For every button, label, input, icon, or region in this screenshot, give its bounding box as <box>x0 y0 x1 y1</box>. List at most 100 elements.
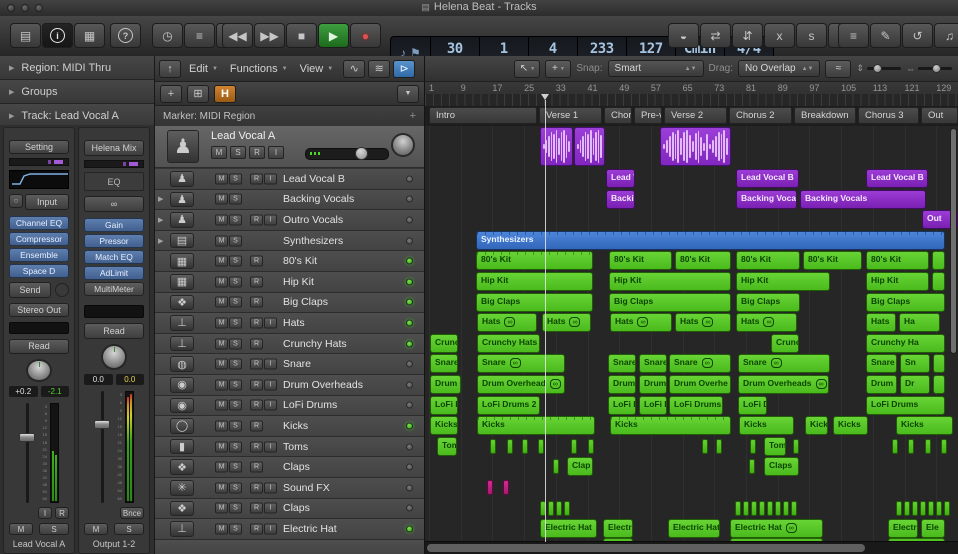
track-pan-knob[interactable] <box>391 133 415 157</box>
midi-note-bar[interactable] <box>507 438 513 454</box>
region-80-s-kit[interactable]: 80's Kit <box>803 251 862 271</box>
midi-note-bar[interactable] <box>920 500 926 516</box>
loops-browser-button[interactable]: ↺ <box>902 23 933 48</box>
midi-note-bar[interactable] <box>548 500 554 516</box>
track-on-indicator[interactable] <box>406 216 413 224</box>
track-solo-button[interactable]: S <box>229 173 242 185</box>
region-lofi-dr[interactable]: LoFi Dr <box>430 395 458 415</box>
midi-note-bar[interactable] <box>735 500 741 516</box>
track-mute-button[interactable]: M <box>215 502 228 514</box>
track-on-indicator[interactable] <box>406 381 413 389</box>
groups-inspector-header[interactable]: ▶ Groups <box>0 80 154 104</box>
marker-chor[interactable]: Chor <box>604 107 632 124</box>
region-big-claps[interactable]: Big Claps <box>609 292 731 312</box>
track-mute-button[interactable]: M <box>215 214 228 226</box>
plugin-slot[interactable]: Pressor <box>84 234 144 248</box>
track-mute-button[interactable]: M <box>215 276 228 288</box>
midi-note-bar[interactable] <box>912 500 918 516</box>
region-snare[interactable]: Snare <box>430 354 458 374</box>
solo-button[interactable]: S <box>114 523 144 535</box>
midi-note-bar[interactable] <box>936 500 942 516</box>
track-on-indicator[interactable] <box>406 401 413 409</box>
plugin-slot[interactable]: AdLimit <box>84 266 144 280</box>
marker-chorus-2[interactable]: Chorus 2 <box>729 107 792 124</box>
track-header-sound-fx[interactable]: ✳ M S R I Sound FX <box>155 478 424 499</box>
midi-note-bar[interactable] <box>749 459 755 475</box>
notes-button[interactable]: ✎ <box>870 23 901 48</box>
region-electric-hat[interactable]: Electric Hat <box>540 519 597 539</box>
plugin-slot[interactable]: Space D <box>9 263 69 278</box>
track-on-indicator[interactable] <box>406 257 413 265</box>
horizontal-zoom-slider[interactable]: ⇔ <box>906 64 952 74</box>
marker-chorus-3[interactable]: Chorus 3 <box>858 107 919 124</box>
region-backing-vocals[interactable]: Backing Vocals <box>800 189 926 209</box>
region-drum-o[interactable]: Drum O <box>430 375 461 394</box>
list-editors-button[interactable]: ≡ <box>838 23 869 48</box>
group-slot[interactable] <box>9 322 69 335</box>
track-on-indicator[interactable] <box>406 484 413 492</box>
track-input-button[interactable]: I <box>264 358 277 370</box>
volume-slider-handle[interactable] <box>355 147 369 160</box>
track-mute-button[interactable]: M <box>215 482 228 494</box>
track-input-button[interactable]: I <box>264 399 277 411</box>
midi-note-bar[interactable] <box>538 438 544 454</box>
track-header-hats[interactable]: ⊥ M S R I Hats <box>155 313 424 334</box>
track-on-indicator[interactable] <box>406 298 413 306</box>
autopunch-button[interactable]: ⇵ <box>732 23 763 48</box>
tuner-button[interactable]: ◒ <box>668 23 699 48</box>
disclosure-triangle-icon[interactable]: ▶ <box>158 237 163 245</box>
setting-button[interactable]: Setting <box>9 140 69 155</box>
setting-button[interactable]: Helena Mix <box>84 140 144 156</box>
midi-note-bar[interactable] <box>490 438 496 454</box>
region-drum-overhead[interactable]: Drum Overhead ∞ <box>477 375 565 394</box>
region-80-s-kit[interactable]: 80's Kit <box>675 251 731 271</box>
region-sn[interactable]: Sn <box>900 354 930 374</box>
add-folder-button[interactable]: ⊞ <box>187 84 209 103</box>
send-slot[interactable]: Send <box>9 281 51 298</box>
midi-note-bar[interactable] <box>908 438 914 454</box>
region-snare[interactable]: Snare <box>866 354 897 374</box>
region-hip-kit[interactable]: Hip Kit <box>476 272 593 291</box>
region-80-s-kit[interactable]: 80's Kit <box>736 251 800 271</box>
region-lofi-drums-2[interactable]: LoFi Drums 2 <box>477 395 540 415</box>
track-record-button[interactable]: R <box>250 214 263 226</box>
marker-breakdown[interactable]: Breakdown <box>794 107 856 124</box>
mute-button[interactable]: M <box>84 523 108 535</box>
track-record-button[interactable]: R <box>250 441 263 453</box>
track-solo-button[interactable]: S <box>229 317 242 329</box>
track-input-button[interactable]: I <box>264 379 277 391</box>
track-record-button[interactable]: R <box>249 146 265 159</box>
track-mute-button[interactable]: M <box>215 317 228 329</box>
midi-note-bar[interactable] <box>751 500 757 516</box>
horizontal-scrollbar[interactable] <box>427 544 865 552</box>
waveform-zoom-button[interactable]: ≈ <box>825 59 852 78</box>
track-solo-button[interactable]: S <box>230 146 246 159</box>
track-header-snare[interactable]: ◍ M S R I Snare <box>155 354 424 375</box>
hide-tracks-button[interactable]: H <box>214 84 236 103</box>
track-on-indicator[interactable] <box>406 463 413 471</box>
region-ha[interactable]: Ha <box>899 313 940 333</box>
midi-note-bar[interactable] <box>743 500 749 516</box>
rewind-button[interactable]: ◀◀ <box>222 23 253 48</box>
midi-note-bar[interactable] <box>767 500 773 516</box>
region-electric-hat[interactable]: Electric Hat ∞ <box>730 519 823 539</box>
playhead-handle[interactable] <box>541 94 549 100</box>
region-dr[interactable]: Dr <box>900 375 930 394</box>
vertical-scrollbar[interactable] <box>950 128 957 354</box>
volume-fader[interactable] <box>94 391 110 503</box>
region-canvas[interactable]: Lead V Lead Vocal B Lead Vocal B Backin Back… <box>425 126 958 542</box>
midi-note-bar[interactable] <box>904 500 910 516</box>
track-solo-button[interactable]: S <box>229 255 242 267</box>
track-solo-button[interactable]: S <box>229 420 242 432</box>
audio-region[interactable] <box>660 127 731 166</box>
track-mute-button[interactable]: M <box>215 296 228 308</box>
region-snare[interactable]: Snare <box>608 354 636 374</box>
track-solo-button[interactable]: S <box>229 193 242 205</box>
track-input-button[interactable]: I <box>264 502 277 514</box>
disclosure-triangle-icon[interactable]: ▶ <box>158 216 163 224</box>
output-slot[interactable]: Stereo Out <box>9 302 69 318</box>
region-blank[interactable] <box>933 354 945 374</box>
midi-note-bar[interactable] <box>928 500 934 516</box>
edit-menu[interactable]: Edit ▼ <box>185 61 222 77</box>
track-record-button[interactable]: R <box>250 379 263 391</box>
